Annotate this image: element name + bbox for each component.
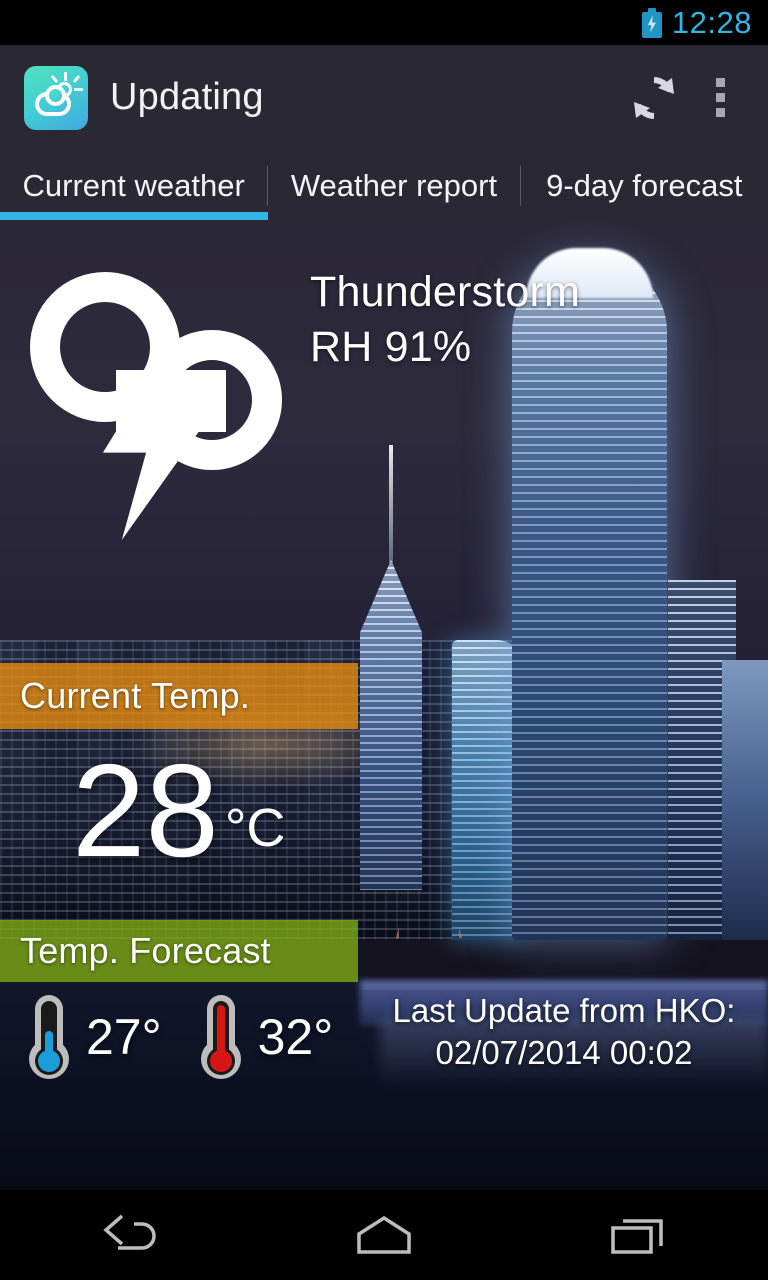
back-icon	[103, 1214, 156, 1250]
back-button[interactable]	[53, 1190, 203, 1280]
tab-label: 9-day forecast	[546, 168, 743, 203]
tab-selected-indicator	[0, 212, 268, 220]
condition-block: Thunderstorm RH 91%	[310, 266, 580, 376]
refresh-button[interactable]	[618, 62, 690, 134]
overflow-menu-icon	[715, 78, 725, 87]
building-spire	[389, 445, 393, 565]
temp-forecast-header: Temp. Forecast	[0, 920, 358, 982]
forecast-high-temp: 32°	[257, 1009, 334, 1065]
forecast-low-temp: 27°	[86, 1009, 162, 1065]
overflow-menu-button[interactable]	[690, 62, 750, 134]
temp-forecast-values: 27° 32°	[26, 995, 359, 1079]
tab-label: Weather report	[290, 168, 498, 203]
humidity-text: RH 91%	[310, 322, 472, 371]
current-temp-value: 28 °C	[72, 737, 286, 884]
current-temp-number: 28	[72, 737, 219, 884]
home-icon	[357, 1215, 411, 1254]
temp-forecast-label: Temp. Forecast	[20, 930, 271, 971]
page-title: Updating	[110, 76, 264, 118]
last-update-line1: Last Update from HKO:	[392, 992, 736, 1029]
current-temp-unit: °C	[224, 798, 286, 859]
thermometer-low-icon	[26, 995, 72, 1079]
refresh-icon	[634, 76, 674, 119]
home-button[interactable]	[309, 1190, 459, 1280]
status-bar-clock: 12:28	[671, 5, 752, 40]
recent-apps-button[interactable]	[565, 1190, 715, 1280]
status-bar: 12:28	[0, 0, 768, 45]
battery-charging-icon	[641, 7, 662, 38]
tab-9-day-forecast[interactable]: 9-day forecast	[521, 150, 768, 222]
recent-apps-icon	[611, 1219, 663, 1254]
skyline-tower-5	[722, 660, 768, 940]
system-navigation-bar	[0, 1190, 768, 1280]
thunderstorm-icon	[24, 250, 294, 540]
current-temp-label: Current Temp.	[20, 675, 251, 716]
thermometer-high-icon	[198, 995, 244, 1079]
last-update-line2: 02/07/2014 00:02	[435, 1034, 693, 1072]
weather-app-icon	[24, 65, 88, 130]
phone-screen: 12:28 Updating Current weather Weather r…	[0, 0, 768, 1280]
last-update-text: Last Update from HKO: 02/07/2014 00:02	[360, 990, 768, 1075]
tab-weather-report[interactable]: Weather report	[268, 150, 519, 222]
weather-condition-text: Thunderstorm	[310, 268, 581, 316]
current-weather-panel: Thunderstorm RH 91% Current Temp. 28 °C …	[0, 220, 768, 1190]
current-temp-header: Current Temp.	[0, 663, 358, 729]
tab-label: Current weather	[22, 168, 245, 203]
action-bar: Updating	[0, 45, 768, 150]
